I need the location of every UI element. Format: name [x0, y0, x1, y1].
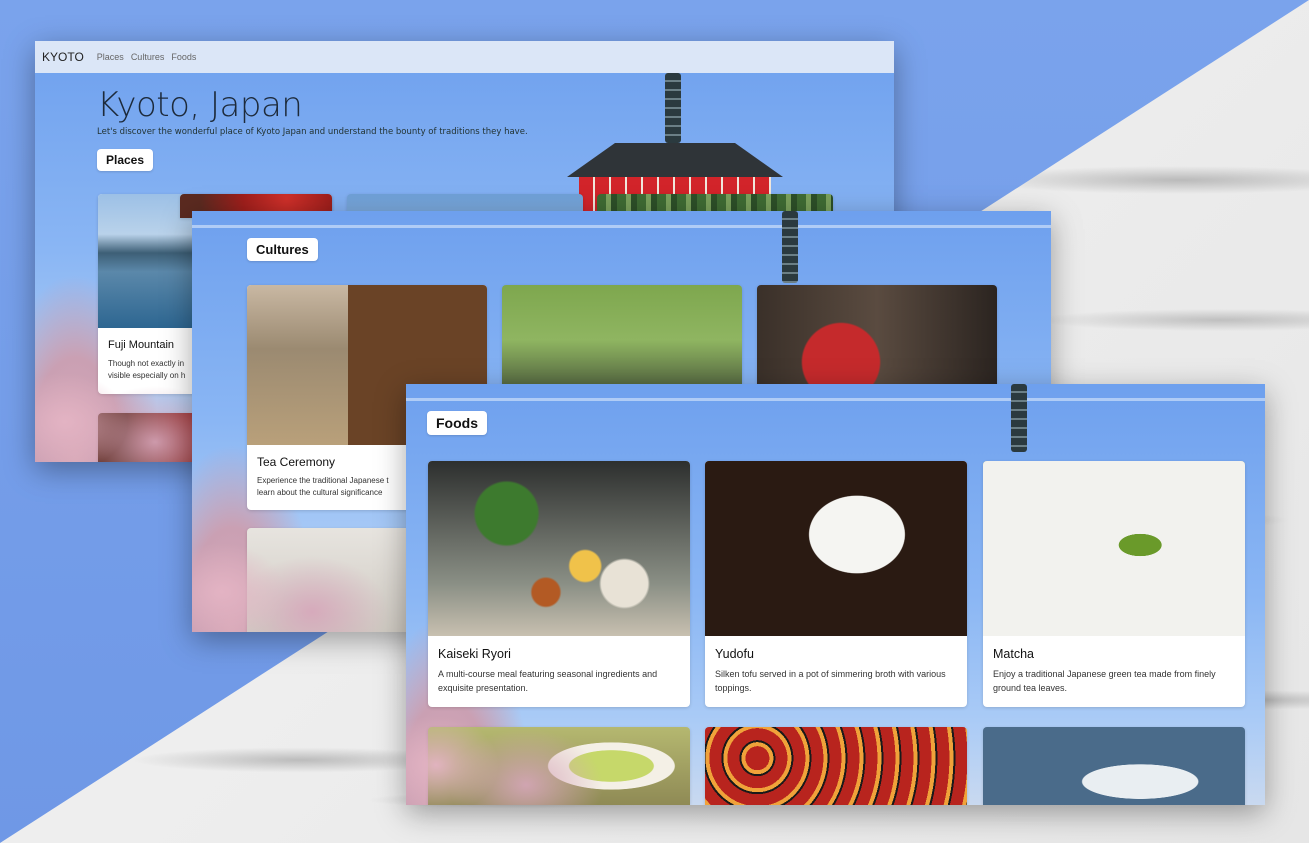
cultures-heading: Cultures — [247, 238, 318, 261]
card-title: Yudofu — [715, 647, 754, 661]
card-title: Fuji Mountain — [108, 339, 175, 351]
card-matcha[interactable]: Matcha Enjoy a traditional Japanese gree… — [983, 461, 1245, 707]
matcha-image — [983, 461, 1245, 636]
foods-window: Foods Kaiseki Ryori A multi-course meal … — [406, 384, 1265, 805]
card-description: Enjoy a traditional Japanese green tea m… — [993, 669, 1216, 693]
card-geisha-image[interactable] — [757, 285, 997, 395]
navbar: KYOTO Places Cultures Foods — [35, 41, 894, 73]
card-title: Kaiseki Ryori — [438, 647, 511, 661]
nav-link-places[interactable]: Places — [97, 52, 124, 62]
card-description: A multi-course meal featuring seasonal i… — [438, 669, 658, 693]
card-fish-image[interactable] — [983, 727, 1245, 805]
card-title: Matcha — [993, 647, 1034, 661]
divider — [192, 225, 1051, 228]
card-kaiseki-ryori[interactable]: Kaiseki Ryori A multi-course meal featur… — [428, 461, 690, 707]
nav-link-cultures[interactable]: Cultures — [131, 52, 165, 62]
nav-link-foods[interactable]: Foods — [171, 52, 196, 62]
card-yudofu[interactable]: Yudofu Silken tofu served in a pot of si… — [705, 461, 967, 707]
card-kimono-couple-image[interactable] — [502, 285, 742, 395]
card-wagashi-image[interactable] — [428, 727, 690, 805]
foods-heading: Foods — [427, 411, 487, 435]
card-title: Tea Ceremony — [257, 455, 336, 469]
card-description: Silken tofu served in a pot of simmering… — [715, 669, 946, 693]
places-heading: Places — [97, 149, 154, 171]
kaiseki-ryori-image — [428, 461, 690, 636]
page-subtitle: Let's discover the wonderful place of Ky… — [97, 127, 528, 137]
card-bento-image[interactable] — [705, 727, 967, 805]
brand-logo[interactable]: KYOTO — [42, 50, 84, 64]
yudofu-image — [705, 461, 967, 636]
page-title: Kyoto, Japan — [97, 85, 303, 125]
